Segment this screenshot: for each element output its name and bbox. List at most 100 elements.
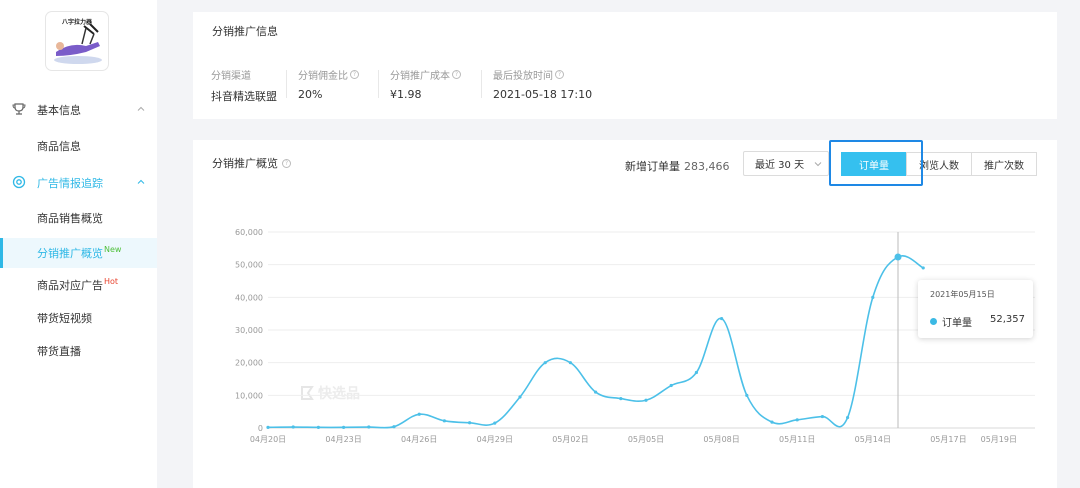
sidebar-item-label: 商品对应广告 (37, 279, 103, 292)
x-tick-label: 04月26日 (401, 435, 437, 444)
y-tick-label: 50,000 (235, 261, 263, 270)
data-point[interactable] (644, 398, 648, 402)
sidebar-item-label: 分销推广概览 (37, 247, 103, 260)
y-tick-label: 20,000 (235, 359, 263, 368)
divider (481, 70, 482, 98)
x-tick-label: 05月05日 (628, 435, 664, 444)
data-point[interactable] (316, 425, 320, 429)
x-tick-label: 05月14日 (855, 435, 891, 444)
chevron-up-icon (137, 179, 145, 184)
data-point[interactable] (342, 425, 346, 429)
product-thumb-label: 八字拉力器 (61, 19, 92, 26)
info-card-title: 分销推广信息 (212, 25, 278, 38)
y-axis: 0 10,000 20,000 30,000 40,000 50,000 60,000 (235, 228, 263, 433)
data-point[interactable] (871, 295, 875, 299)
sidebar-item-label: 商品销售概览 (37, 212, 103, 225)
x-tick-label: 05月11日 (779, 435, 815, 444)
target-icon (12, 175, 26, 189)
info-value: 20% (298, 88, 323, 101)
tooltip-series-name: 订单量 (942, 318, 972, 329)
data-point[interactable] (820, 414, 825, 419)
sidebar-item-label: 商品信息 (37, 140, 81, 153)
y-tick-label: 0 (258, 424, 263, 433)
info-last-time: 最后投放时间? 2021-05-18 17:10 (493, 67, 592, 101)
data-point[interactable] (720, 316, 724, 321)
help-icon[interactable]: ? (555, 70, 564, 79)
highlighted-data-point[interactable] (894, 253, 902, 261)
tooltip-value: 52,357 (990, 314, 1025, 325)
info-commission: 分销佣金比? 20% (298, 67, 359, 101)
x-tick-label: 04月23日 (325, 435, 361, 444)
y-tick-label: 10,000 (235, 391, 263, 400)
help-icon[interactable]: ? (452, 70, 461, 79)
hot-badge: Hot (104, 277, 119, 286)
tooltip-series-dot (930, 318, 937, 325)
x-tick-label: 05月02日 (552, 435, 588, 444)
info-value: 抖音精选联盟 (211, 90, 277, 103)
sidebar: 八字拉力器 基本信息 商品信息 广告情报追踪 商品销售概览 分销推广概览New … (0, 0, 157, 488)
data-point[interactable] (468, 421, 472, 425)
nav-group-basic-info[interactable]: 基本信息 (0, 98, 157, 122)
sidebar-item-live-streams[interactable]: 带货直播 (0, 336, 157, 366)
info-key: 分销渠道 (211, 71, 251, 82)
divider (286, 70, 287, 98)
data-point[interactable] (921, 266, 925, 270)
info-value: 2021-05-18 17:10 (493, 88, 593, 101)
chart-tooltip: 2021年05月15日 订单量 52,357 (918, 280, 1033, 338)
sidebar-item-sales-overview[interactable]: 商品销售概览 (0, 203, 157, 233)
nav-group-label: 广告情报追踪 (37, 177, 103, 190)
help-icon[interactable]: ? (350, 70, 359, 79)
data-point[interactable] (619, 397, 623, 401)
data-point[interactable] (266, 425, 270, 429)
sidebar-item-product-ads[interactable]: 商品对应广告Hot (0, 270, 157, 300)
sidebar-item-distribution-overview[interactable]: 分销推广概览New (0, 238, 157, 268)
data-point[interactable] (568, 361, 572, 365)
divider (378, 70, 379, 98)
x-tick-label: 05月19日 (981, 435, 1017, 444)
sidebar-item-label: 带货直播 (37, 345, 81, 358)
nav-group-ad-tracking[interactable]: 广告情报追踪 (0, 171, 157, 195)
x-tick-label: 04月20日 (250, 435, 286, 444)
tooltip-date: 2021年05月15日 (930, 290, 995, 299)
data-point[interactable] (745, 393, 749, 397)
sidebar-item-short-videos[interactable]: 带货短视频 (0, 303, 157, 333)
data-point[interactable] (518, 395, 522, 399)
sidebar-item-label: 带货短视频 (37, 312, 92, 325)
x-tick-label: 04月29日 (477, 435, 513, 444)
info-channel: 分销渠道 抖音精选联盟 (211, 67, 277, 104)
data-point[interactable] (795, 418, 799, 422)
distribution-overview-card: 分销推广概览 ? 新增订单量 283,466 最近 30 天 订单量 浏览人数 推… (193, 140, 1057, 488)
info-key: 分销推广成本 (390, 71, 450, 82)
chevron-up-icon (137, 106, 145, 111)
data-point[interactable] (770, 420, 774, 424)
data-point[interactable] (367, 425, 371, 429)
product-thumbnail[interactable]: 八字拉力器 (46, 12, 108, 70)
data-point[interactable] (417, 412, 421, 416)
info-value: ¥1.98 (390, 88, 422, 101)
series-line-orders (267, 255, 924, 429)
info-cost: 分销推广成本? ¥1.98 (390, 67, 461, 101)
info-key: 最后投放时间 (493, 71, 553, 82)
distribution-info-card: 分销推广信息 分销渠道 抖音精选联盟 分销佣金比? 20% 分销推广成本? ¥1… (193, 12, 1057, 119)
data-point[interactable] (694, 370, 698, 375)
x-tick-label: 05月17日 (930, 435, 966, 444)
info-key: 分销佣金比 (298, 71, 348, 82)
data-point[interactable] (392, 425, 396, 429)
data-point[interactable] (846, 415, 850, 420)
y-tick-label: 40,000 (235, 293, 263, 302)
sidebar-item-product-info[interactable]: 商品信息 (0, 131, 157, 161)
trophy-icon (12, 103, 26, 115)
y-tick-label: 60,000 (235, 228, 263, 237)
series-points (266, 253, 925, 429)
new-badge: New (104, 245, 122, 254)
y-tick-label: 30,000 (235, 326, 263, 335)
data-point[interactable] (493, 421, 497, 425)
data-point[interactable] (291, 425, 295, 429)
data-point[interactable] (442, 419, 446, 423)
x-axis: 04月20日 04月23日 04月26日 04月29日 05月02日 05月05日 05月0… (250, 435, 1017, 444)
data-point[interactable] (669, 383, 673, 388)
x-tick-label: 05月08日 (703, 435, 739, 444)
nav-group-label: 基本信息 (37, 104, 81, 117)
data-point[interactable] (594, 390, 598, 394)
data-point[interactable] (543, 361, 547, 365)
